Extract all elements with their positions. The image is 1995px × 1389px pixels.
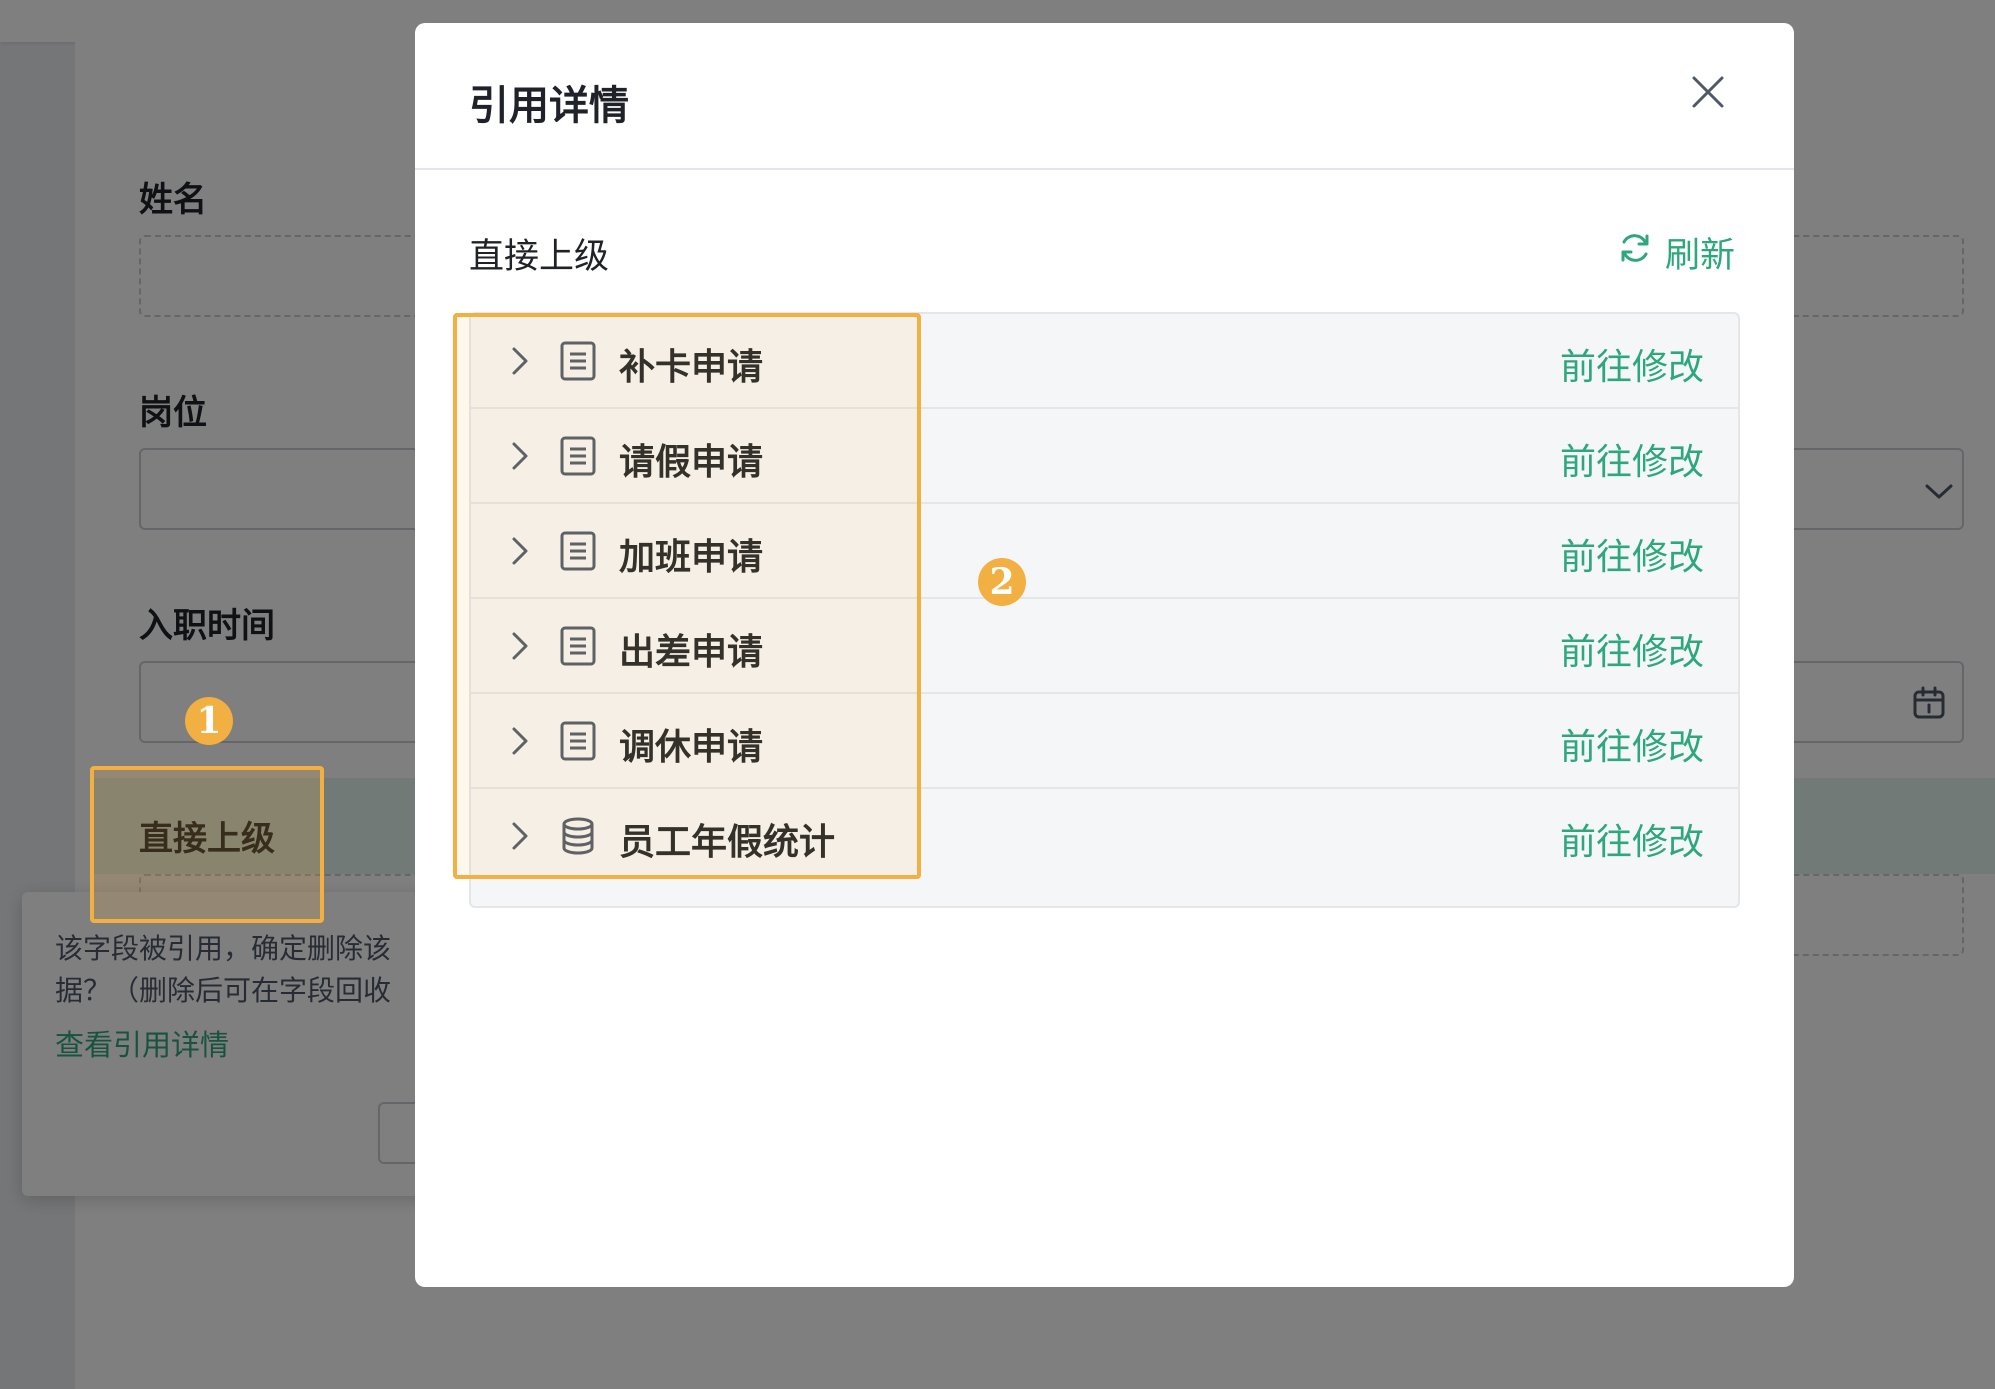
annotation-box-1: [90, 766, 324, 923]
go-edit-link[interactable]: 前往修改: [1560, 338, 1704, 390]
annotation-badge-2: 2: [978, 558, 1026, 606]
section-title: 直接上级: [469, 237, 610, 277]
modal-header: 引用详情: [415, 23, 1794, 170]
go-edit-link[interactable]: 前往修改: [1560, 623, 1704, 675]
close-button[interactable]: [1683, 69, 1733, 119]
refresh-button[interactable]: 刷新: [1617, 227, 1735, 278]
modal-title: 引用详情: [469, 83, 629, 129]
go-edit-link[interactable]: 前往修改: [1560, 718, 1704, 770]
go-edit-link[interactable]: 前往修改: [1560, 813, 1704, 865]
refresh-icon: [1617, 230, 1653, 275]
refresh-label: 刷新: [1665, 236, 1736, 276]
annotation-badge-1: 1: [185, 697, 233, 745]
go-edit-link[interactable]: 前往修改: [1560, 433, 1704, 485]
annotation-box-2: [453, 313, 921, 879]
go-edit-link[interactable]: 前往修改: [1560, 528, 1704, 580]
close-icon: [1691, 75, 1725, 113]
